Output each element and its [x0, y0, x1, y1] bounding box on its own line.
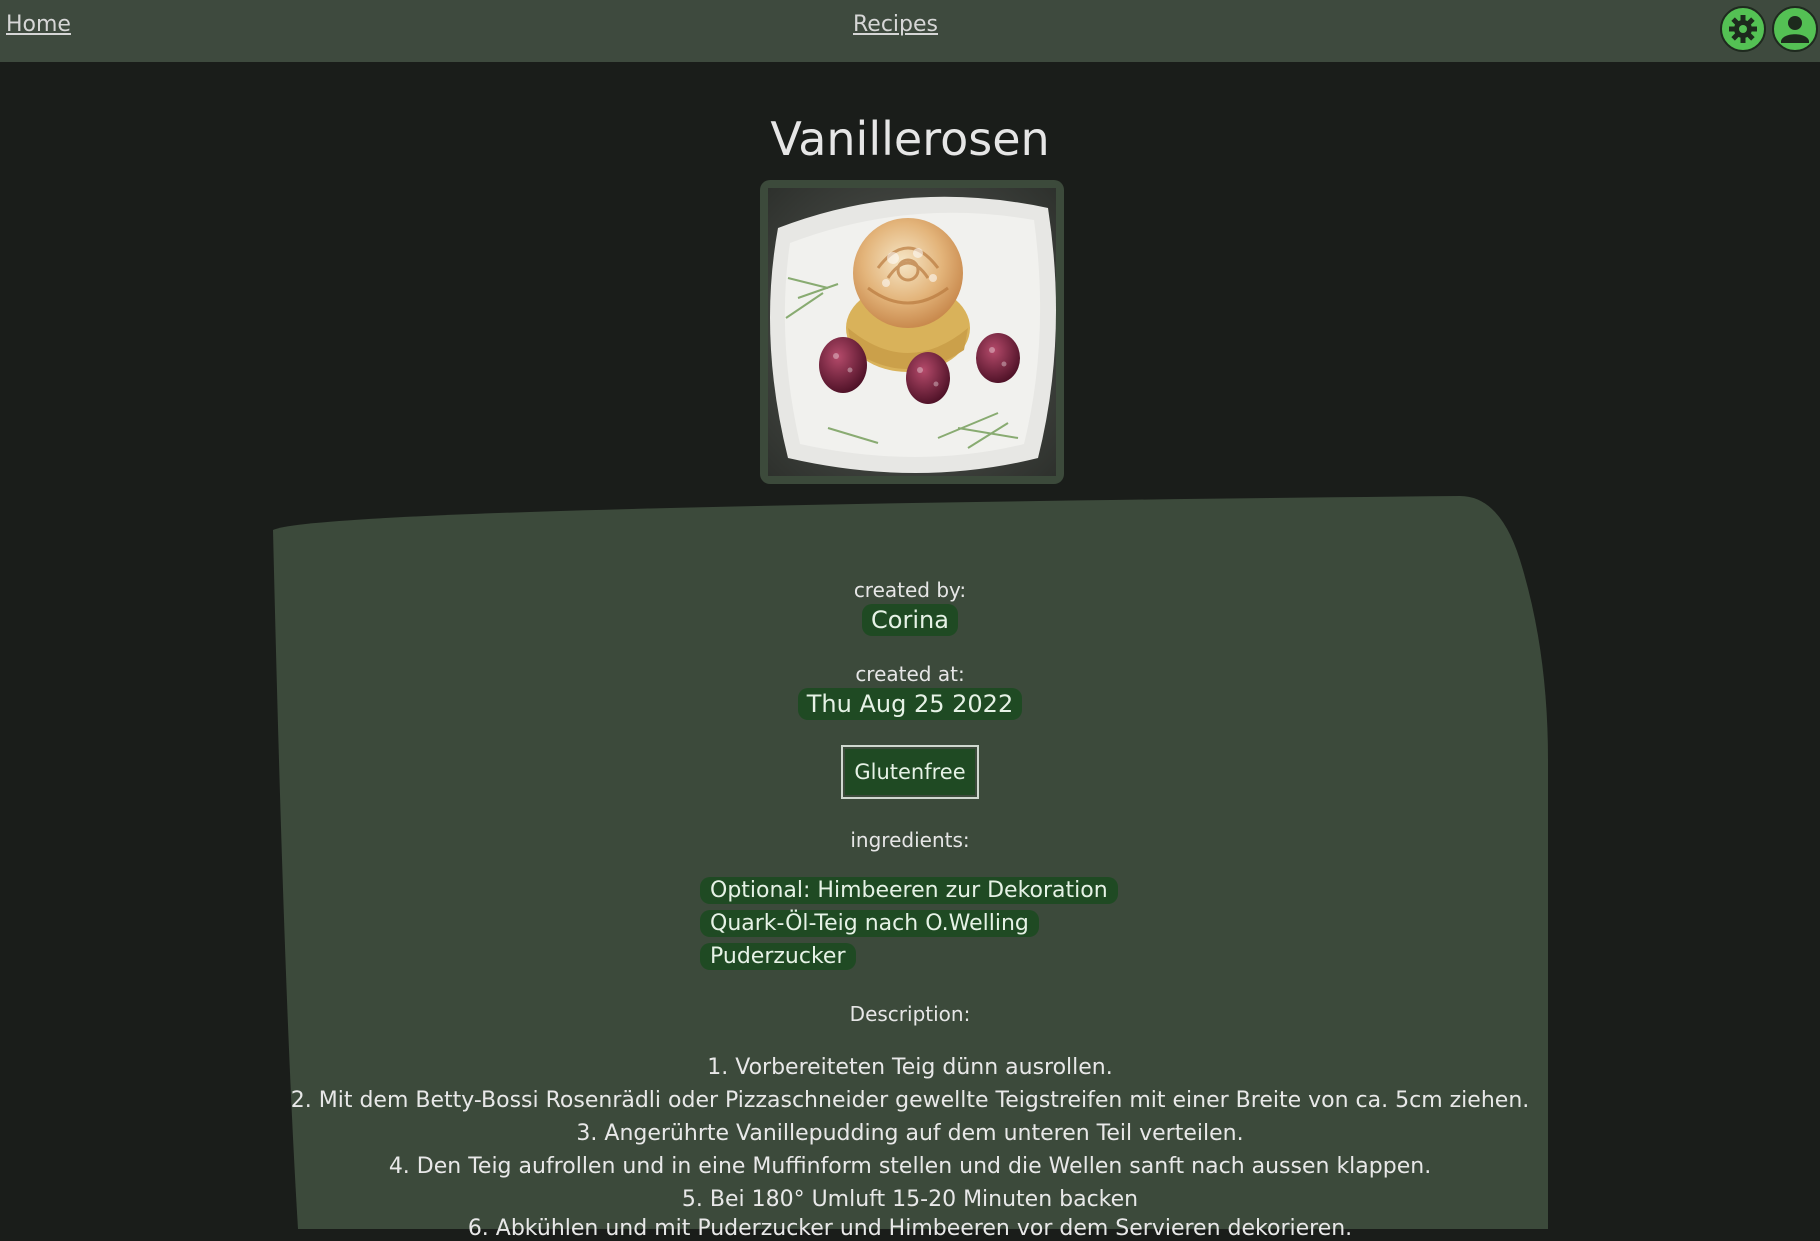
- ingredient-chip: Optional: Himbeeren zur Dekoration: [700, 877, 1118, 904]
- description-step: 5. Bei 180° Umluft 15-20 Minuten backen: [681, 1187, 1139, 1212]
- list-item: Puderzucker: [700, 943, 1300, 976]
- glutenfree-tag[interactable]: Glutenfree: [841, 745, 979, 799]
- created-by-label: created by:: [853, 578, 967, 602]
- ingredients-label: ingredients:: [850, 828, 970, 852]
- created-at-label: created at:: [855, 662, 965, 686]
- description-step: 3. Angerührte Vanillepudding auf dem unt…: [576, 1121, 1244, 1146]
- author-name: Corina: [862, 604, 958, 636]
- list-item: Quark-Öl-Teig nach O.Welling: [700, 910, 1300, 943]
- description-label: Description:: [849, 1002, 971, 1026]
- tag-label: Glutenfree: [845, 749, 975, 795]
- author-row: Corina: [0, 604, 1820, 636]
- description-step: 4. Den Teig aufrollen und in eine Muffin…: [388, 1154, 1432, 1179]
- ingredients-list: Optional: Himbeeren zur Dekoration Quark…: [700, 877, 1300, 976]
- ingredient-chip: Quark-Öl-Teig nach O.Welling: [700, 910, 1039, 937]
- list-item: Optional: Himbeeren zur Dekoration: [700, 877, 1300, 910]
- description-step: 1. Vorbereiteten Teig dünn ausrollen.: [707, 1055, 1113, 1080]
- created-at-row: Thu Aug 25 2022: [0, 688, 1820, 720]
- description-step: 2. Mit dem Betty-Bossi Rosenrädli oder P…: [290, 1088, 1530, 1113]
- created-at-date: Thu Aug 25 2022: [797, 688, 1023, 720]
- ingredient-chip: Puderzucker: [700, 943, 856, 970]
